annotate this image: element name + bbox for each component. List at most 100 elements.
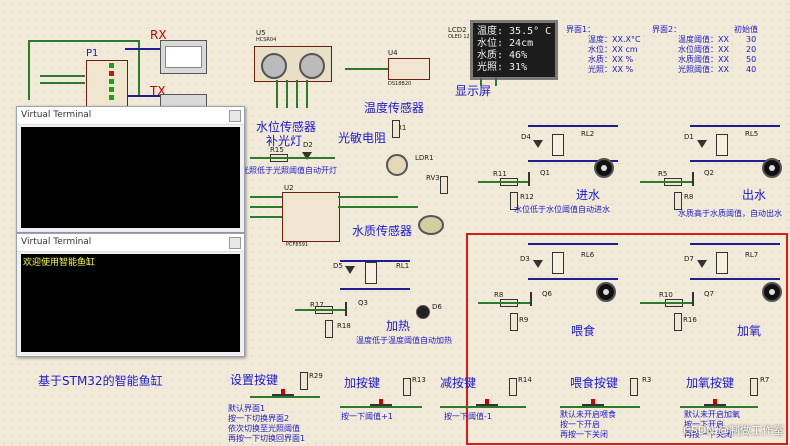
ultrasonic-sensor[interactable] [254,46,332,82]
diode[interactable] [697,260,707,268]
wire [440,406,526,408]
threshold-left: 温度：XX.X°C [588,35,641,44]
resistor[interactable] [674,192,682,210]
r3-label: R3 [642,376,652,384]
wire [690,278,780,280]
wire [125,48,165,50]
wire [345,68,388,70]
transistor[interactable] [345,302,359,316]
resistor[interactable] [630,378,638,396]
relay[interactable] [365,262,377,284]
wire [28,40,138,42]
d6-label: D6 [432,303,442,311]
terminal-titlebar[interactable]: Virtual Terminal [17,234,244,252]
water-auto-note: 水位低于水位阈值自动进水 [514,205,610,214]
water-quality-sensor[interactable] [418,215,444,235]
wire [40,75,85,77]
r11-label: R11 [493,170,507,178]
virtual-terminal-1[interactable]: Virtual Terminal [16,106,245,233]
air-pump-motor[interactable] [762,282,782,302]
r5-label: R5 [658,170,668,178]
resistor[interactable] [325,320,333,338]
threshold-right: 水位阈值：XX [678,45,729,54]
r14-label: R14 [518,376,532,384]
u5-label: U5 [256,29,266,37]
resistor[interactable] [392,120,400,138]
wire [478,181,528,183]
wire [28,40,30,100]
oxygen-desc-line: 默认未开启加氧 [684,410,740,419]
u2-label: U2 [284,184,294,192]
d7-label: D7 [684,255,694,263]
wire [690,125,780,127]
r29-label: R29 [309,372,323,380]
p1-led [109,71,114,76]
wire [250,206,282,208]
diode[interactable] [345,266,355,274]
temp-auto-note: 温度低于温度阈值自动加热 [356,336,452,345]
wire [478,302,530,304]
d5-label: D5 [333,262,343,270]
virtual-terminal-2[interactable]: Virtual Terminal 欢迎使用智能鱼缸 [16,233,245,357]
p1-connector[interactable] [86,60,128,112]
resistor[interactable] [750,378,758,396]
diode[interactable] [533,140,543,148]
q2-label: Q2 [704,169,714,177]
q7-label: Q7 [704,290,714,298]
threshold-value: 40 [746,65,757,74]
threshold-left: 水位：XX cm [588,45,638,54]
close-icon[interactable] [229,237,241,249]
add-desc: 按一下阈值+1 [341,412,393,421]
p1-led [109,63,114,68]
lcd-line: 水质: 46% [477,50,528,61]
interface1-label: 界面1： [566,25,596,34]
wire [640,181,692,183]
wire [276,80,278,108]
terminal-screen[interactable]: 欢迎使用智能鱼缸 [21,254,240,352]
inlet-label: 进水 [576,188,601,202]
relay[interactable] [552,252,564,274]
resistor[interactable] [300,372,308,390]
feed-desc-line: 默认未开启喂食 [560,410,616,419]
relay[interactable] [716,134,728,156]
adc-chip[interactable] [282,192,340,242]
relay[interactable] [552,134,564,156]
q6-label: Q6 [542,290,552,298]
rx-terminal[interactable] [160,40,207,74]
potentiometer[interactable] [440,176,448,194]
temperature-sensor-chip[interactable] [388,58,430,80]
wire [528,243,618,245]
terminal-titlebar[interactable]: Virtual Terminal [17,107,244,125]
resistor[interactable] [674,313,682,331]
diode[interactable] [533,260,543,268]
watermark: CSDN @制做工作室 [683,424,784,437]
u4-part: DS18B20 [388,81,412,87]
terminal-title: Virtual Terminal [21,237,92,247]
wire [640,302,692,304]
ldr1-label: LDR1 [415,154,434,162]
feeder-motor[interactable] [596,282,616,302]
oled-display[interactable]: 温度: 35.5° C 水位: 24cm 水质: 46% 光照: 31% [470,20,558,80]
terminal-screen[interactable] [21,127,240,228]
wire [340,406,422,408]
resistor[interactable] [403,378,411,396]
photoresistor[interactable] [386,154,408,176]
light-auto-note: 光照低于光照阈值自动开灯 [241,166,337,175]
diode[interactable] [697,140,707,148]
resistor[interactable] [509,378,517,396]
d4-label: D4 [521,133,531,141]
r12-label: R12 [520,193,534,201]
relay[interactable] [716,252,728,274]
threshold-value: 20 [746,45,757,54]
heater-led[interactable] [416,305,430,319]
resistor[interactable] [510,313,518,331]
pump-motor[interactable] [762,158,782,178]
wire [295,309,345,311]
set-desc-line: 再按一下切换回界面1 [228,434,306,443]
wire [338,196,398,198]
wire [286,80,288,108]
wire [250,157,335,159]
threshold-left: 水质：XX % [588,55,634,64]
pump-motor[interactable] [594,158,614,178]
close-icon[interactable] [229,110,241,122]
